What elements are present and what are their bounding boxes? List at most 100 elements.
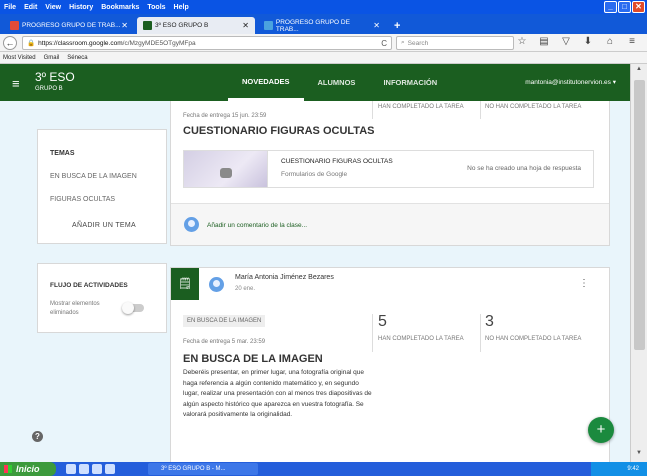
due-date: Fecha de entrega 15 jun. 23:59 xyxy=(183,113,267,119)
tab-alumnos[interactable]: ALUMNOS xyxy=(304,64,370,101)
menu-help[interactable]: Help xyxy=(174,4,189,11)
browser-tab-progreso-1[interactable]: PROGRESO GRUPO DE TRAB... ✕ xyxy=(4,17,134,34)
url-path: /c/MzgyMDE5OTgyMFpa xyxy=(122,39,196,47)
menu-bookmarks[interactable]: Bookmarks xyxy=(101,4,139,11)
account-menu[interactable]: mantonia@institutonervion.es ▾ xyxy=(525,78,616,86)
toolbar-icons: ☆ ▤ ▽ ⬇ ⌂ ≡ xyxy=(511,36,643,47)
due-date: Fecha de entrega 5 mar. 23:59 xyxy=(183,339,266,345)
close-tab-icon[interactable]: ✕ xyxy=(373,21,380,30)
scroll-thumb[interactable] xyxy=(634,80,645,350)
topics-title: TEMAS xyxy=(50,150,75,157)
avatar xyxy=(209,277,224,292)
vertical-scrollbar[interactable]: ▲ ▼ xyxy=(630,64,647,462)
not-completed-count[interactable]: 3 xyxy=(485,313,494,331)
divider xyxy=(480,314,481,352)
home-icon[interactable]: ⌂ xyxy=(599,36,621,47)
more-options-icon[interactable]: ⋮ xyxy=(579,278,589,289)
quicklaunch-icon[interactable] xyxy=(92,464,102,474)
assignment-description: Deberéis presentar, en primer lugar, una… xyxy=(183,369,372,418)
reading-list-icon[interactable]: ▤ xyxy=(533,36,555,47)
scroll-down-icon[interactable]: ▼ xyxy=(633,450,645,460)
reload-icon[interactable]: C xyxy=(381,39,387,48)
download-icon[interactable]: ⬇ xyxy=(577,36,599,47)
menu-view[interactable]: View xyxy=(45,4,61,11)
tab-label: PROGRESO GRUPO DE TRAB... xyxy=(22,22,121,29)
tab-informacion[interactable]: INFORMACIÓN xyxy=(369,64,451,101)
topic-item[interactable]: FIGURAS OCULTAS xyxy=(50,196,115,203)
comment-input[interactable]: Añadir un comentario de la clase... xyxy=(207,222,307,229)
bookmark-most-visited[interactable]: Most Visited xyxy=(3,55,36,61)
show-deleted-toggle[interactable] xyxy=(122,302,144,314)
form-thumbnail xyxy=(184,151,268,187)
navigation-bar: ← 🔒 https://classroom.google.com/c/MzgyM… xyxy=(0,34,647,52)
divider xyxy=(372,101,373,119)
pocket-icon[interactable]: ▽ xyxy=(555,36,577,47)
close-window-icon[interactable]: ✕ xyxy=(632,1,645,13)
assignment-card-figuras: HAN COMPLETADO LA TAREA NO HAN COMPLETAD… xyxy=(170,101,610,246)
quicklaunch-icon[interactable] xyxy=(79,464,89,474)
bookmark-star-icon[interactable]: ☆ xyxy=(511,36,533,47)
post-author: María Antonia Jiménez Bezares xyxy=(235,274,334,281)
minimize-icon[interactable]: _ xyxy=(604,1,617,13)
show-deleted-label: Mostrar elementos eliminados xyxy=(50,301,100,316)
topic-chip[interactable]: EN BUSCA DE LA IMAGEN xyxy=(183,315,266,327)
quicklaunch-icon[interactable] xyxy=(105,464,115,474)
completed-count[interactable]: 5 xyxy=(378,313,387,331)
post-date: 20 ene. xyxy=(235,286,256,292)
stream-page: TEMAS EN BUSCA DE LA IMAGEN FIGURAS OCUL… xyxy=(0,101,630,462)
user-email: mantonia@institutonervion.es xyxy=(525,79,611,86)
help-icon[interactable]: ? xyxy=(32,431,43,442)
menu-edit[interactable]: Edit xyxy=(24,4,37,11)
menu-history[interactable]: History xyxy=(69,4,93,11)
attachment-source: Formularios de Google xyxy=(281,171,348,178)
search-icon: ⌕ xyxy=(401,39,405,46)
url-bar[interactable]: 🔒 https://classroom.google.com/c/MzgyMDE… xyxy=(22,36,392,50)
maximize-icon[interactable]: □ xyxy=(618,1,631,13)
search-input[interactable]: ⌕ Search xyxy=(396,36,514,50)
menu-tools[interactable]: Tools xyxy=(147,4,165,11)
bookmark-seneca[interactable]: Séneca xyxy=(67,55,87,61)
close-tab-icon[interactable]: ✕ xyxy=(242,21,249,30)
attachment-form[interactable]: CUESTIONARIO FIGURAS OCULTAS Formularios… xyxy=(183,150,594,188)
menu-bar: File Edit View History Bookmarks Tools H… xyxy=(0,0,647,14)
quick-launch xyxy=(66,464,118,474)
url-host: https://classroom.google.com xyxy=(38,39,123,47)
bookmark-gmail[interactable]: Gmail xyxy=(44,55,60,61)
assignment-title[interactable]: CUESTIONARIO FIGURAS OCULTAS xyxy=(183,125,374,137)
add-topic-button[interactable]: AÑADIR UN TEMA xyxy=(72,222,136,229)
hamburger-menu-icon[interactable]: ≡ xyxy=(621,36,643,47)
completed-label: HAN COMPLETADO LA TAREA xyxy=(378,104,464,110)
assignment-card-imagen: 🗒 María Antonia Jiménez Bezares 20 ene. … xyxy=(170,267,610,462)
class-nav-tabs: NOVEDADES ALUMNOS INFORMACIÓN xyxy=(228,64,451,101)
scroll-up-icon[interactable]: ▲ xyxy=(633,66,645,76)
menu-file[interactable]: File xyxy=(4,4,16,11)
search-placeholder: Search xyxy=(407,39,429,47)
activity-title: FLUJO DE ACTIVIDADES xyxy=(50,282,128,289)
divider xyxy=(372,314,373,352)
main-menu-icon[interactable]: ≡ xyxy=(12,76,20,91)
clock: 9:42 xyxy=(627,466,639,472)
classroom-favicon-icon xyxy=(143,21,152,30)
new-tab-icon[interactable]: + xyxy=(388,17,406,34)
lock-icon: 🔒 xyxy=(27,40,36,47)
add-post-button[interactable]: + xyxy=(588,417,614,443)
class-name[interactable]: 3º ESO xyxy=(35,70,75,84)
tab-novedades[interactable]: NOVEDADES xyxy=(228,64,304,101)
class-section: GRUPO B xyxy=(35,86,63,92)
class-comment-bar[interactable]: Añadir un comentario de la clase... xyxy=(171,203,609,245)
close-tab-icon[interactable]: ✕ xyxy=(121,21,128,30)
system-tray: 9:42 xyxy=(591,462,647,476)
taskbar: Inicio 3º ESO GRUPO B - M... 9:42 xyxy=(0,462,647,476)
taskbar-firefox-item[interactable]: 3º ESO GRUPO B - M... xyxy=(148,463,258,475)
class-header: ≡ 3º ESO GRUPO B NOVEDADES ALUMNOS INFOR… xyxy=(0,64,630,101)
back-arrow-icon[interactable]: ← xyxy=(3,35,17,50)
topic-item[interactable]: EN BUSCA DE LA IMAGEN xyxy=(50,173,137,180)
browser-tab-progreso-2[interactable]: PROGRESO GRUPO DE TRAB... ✕ xyxy=(258,17,386,34)
assignment-title[interactable]: EN BUSCA DE LA IMAGEN xyxy=(183,353,323,365)
browser-tab-classroom[interactable]: 3º ESO GRUPO B ✕ xyxy=(137,17,255,34)
completed-label: HAN COMPLETADO LA TAREA xyxy=(378,336,464,342)
start-button[interactable]: Inicio xyxy=(0,462,56,476)
bookmarks-toolbar: Most Visited Gmail Séneca xyxy=(0,52,647,64)
window-controls: _ □ ✕ xyxy=(603,1,645,13)
quicklaunch-icon[interactable] xyxy=(66,464,76,474)
